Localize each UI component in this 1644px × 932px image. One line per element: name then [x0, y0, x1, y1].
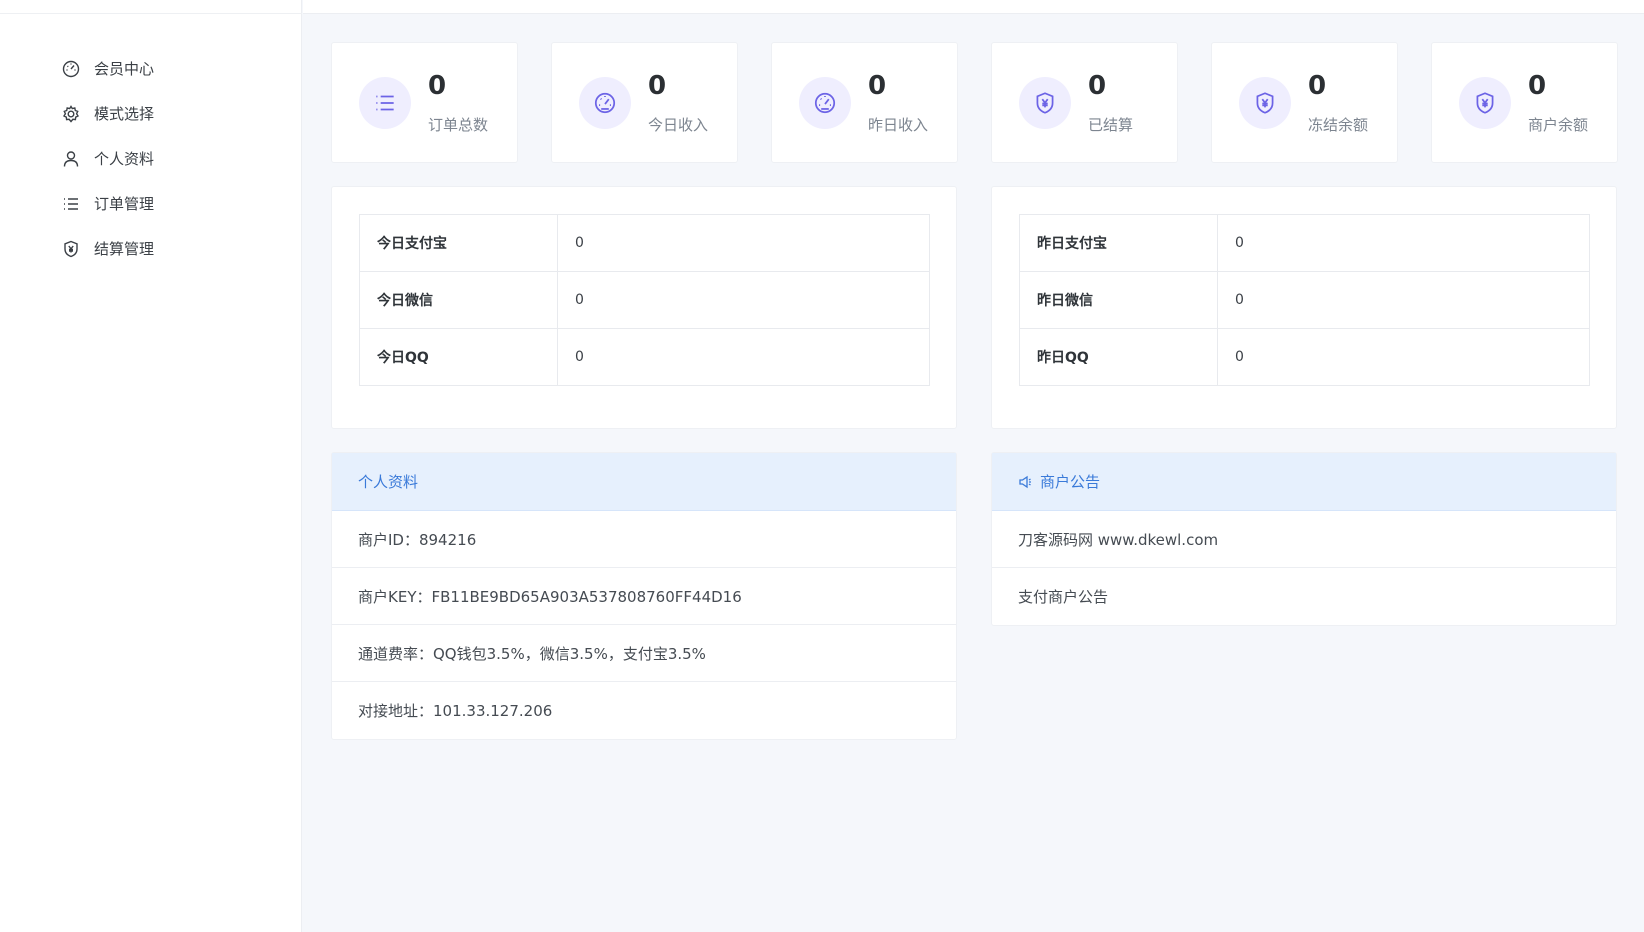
- stat-value: 0: [868, 71, 887, 101]
- stat-value: 0: [1308, 71, 1327, 101]
- yesterday-payments-table: 昨日支付宝 0 昨日微信 0 昨日QQ 0: [1019, 214, 1590, 386]
- profile-merchant-id: 商户ID：894216: [332, 511, 956, 568]
- sidebar-item-orders[interactable]: 订单管理: [0, 181, 302, 226]
- stat-value: 0: [428, 71, 447, 101]
- sidebar-item-profile[interactable]: 个人资料: [0, 136, 302, 181]
- speedometer-icon: [594, 92, 616, 114]
- table-row: 昨日微信 0: [1019, 271, 1590, 329]
- table-key: 昨日微信: [1019, 271, 1218, 329]
- gear-icon: [61, 104, 81, 124]
- shield-yen-icon: [1256, 92, 1274, 114]
- notice-item[interactable]: 刀客源码网 www.dkewl.com: [992, 511, 1616, 568]
- table-row: 今日微信 0: [359, 271, 930, 329]
- stat-card-yesterday-income: 0 昨日收入: [771, 42, 958, 163]
- sidebar: 会员中心 模式选择 个人资料 订单管理 结算管理: [0, 0, 302, 932]
- today-payments-card: 今日支付宝 0 今日微信 0 今日QQ 0: [331, 186, 957, 429]
- table-value: 0: [1217, 328, 1590, 386]
- sidebar-item-label: 结算管理: [94, 240, 155, 258]
- stat-label: 昨日收入: [868, 116, 929, 134]
- table-row: 昨日支付宝 0: [1019, 214, 1590, 272]
- stat-card-today-income: 0 今日收入: [551, 42, 738, 163]
- stat-card-frozen-balance: 0 冻结余额: [1211, 42, 1398, 163]
- user-icon: [61, 149, 81, 169]
- yesterday-payments-card: 昨日支付宝 0 昨日微信 0 昨日QQ 0: [991, 186, 1617, 429]
- notice-card-title: 商户公告: [1040, 473, 1101, 491]
- notice-card-header: 商户公告: [992, 453, 1616, 511]
- stat-label: 订单总数: [428, 116, 489, 134]
- stat-card-total-orders: 0 订单总数: [331, 42, 518, 163]
- speedometer-icon: [814, 92, 836, 114]
- stat-icon-circle: [1019, 77, 1071, 129]
- sidebar-nav: 会员中心 模式选择 个人资料 订单管理 结算管理: [0, 46, 302, 271]
- stat-icon-circle: [1459, 77, 1511, 129]
- shield-yen-icon: [1036, 92, 1054, 114]
- profile-card: 个人资料 商户ID：894216 商户KEY：FB11BE9BD65A903A5…: [331, 452, 957, 740]
- table-key: 今日微信: [359, 271, 558, 329]
- profile-card-header: 个人资料: [332, 453, 956, 511]
- profile-channel-rates: 通道费率：QQ钱包3.5%，微信3.5%，支付宝3.5%: [332, 625, 956, 682]
- table-row: 今日支付宝 0: [359, 214, 930, 272]
- table-value: 0: [1217, 271, 1590, 329]
- stat-card-merchant-balance: 0 商户余额: [1431, 42, 1618, 163]
- profile-card-title: 个人资料: [358, 473, 419, 491]
- today-payments-table: 今日支付宝 0 今日微信 0 今日QQ 0: [359, 214, 930, 386]
- shield-yen-icon: [61, 239, 81, 259]
- list-icon: [376, 95, 394, 111]
- table-key: 今日QQ: [359, 328, 558, 386]
- notice-item[interactable]: 支付商户公告: [992, 568, 1616, 625]
- dashboard-icon: [61, 59, 81, 79]
- table-row: 今日QQ 0: [359, 328, 930, 386]
- sidebar-item-member-center[interactable]: 会员中心: [0, 46, 302, 91]
- table-value: 0: [557, 214, 930, 272]
- stat-label: 已结算: [1088, 116, 1134, 134]
- sidebar-item-label: 订单管理: [94, 195, 155, 213]
- sidebar-item-label: 模式选择: [94, 105, 155, 123]
- stat-icon-circle: [1239, 77, 1291, 129]
- stat-value: 0: [1528, 71, 1547, 101]
- sidebar-item-settlement[interactable]: 结算管理: [0, 226, 302, 271]
- stat-icon-circle: [579, 77, 631, 129]
- sidebar-divider: [0, 13, 302, 14]
- table-value: 0: [1217, 214, 1590, 272]
- profile-merchant-key: 商户KEY：FB11BE9BD65A903A537808760FF44D16: [332, 568, 956, 625]
- profile-api-address: 对接地址：101.33.127.206: [358, 702, 553, 720]
- table-key: 昨日支付宝: [1019, 214, 1218, 272]
- megaphone-icon: [1019, 475, 1031, 488]
- sidebar-item-label: 会员中心: [94, 60, 155, 78]
- stat-value: 0: [1088, 71, 1107, 101]
- notice-card: 商户公告 刀客源码网 www.dkewl.com 支付商户公告: [991, 452, 1617, 626]
- stat-label: 今日收入: [648, 116, 709, 134]
- stat-label: 冻结余额: [1308, 116, 1369, 134]
- sidebar-item-label: 个人资料: [94, 150, 155, 168]
- stat-value: 0: [648, 71, 667, 101]
- shield-yen-icon: [1476, 92, 1494, 114]
- top-bar: [303, 0, 1644, 14]
- table-value: 0: [557, 328, 930, 386]
- stat-icon-circle: [799, 77, 851, 129]
- stat-card-settled: 0 已结算: [991, 42, 1178, 163]
- sidebar-item-mode-select[interactable]: 模式选择: [0, 91, 302, 136]
- list-icon: [61, 194, 81, 214]
- table-key: 昨日QQ: [1019, 328, 1218, 386]
- stat-icon-circle: [359, 77, 411, 129]
- table-row: 昨日QQ 0: [1019, 328, 1590, 386]
- table-value: 0: [557, 271, 930, 329]
- table-key: 今日支付宝: [359, 214, 558, 272]
- stat-label: 商户余额: [1528, 116, 1589, 134]
